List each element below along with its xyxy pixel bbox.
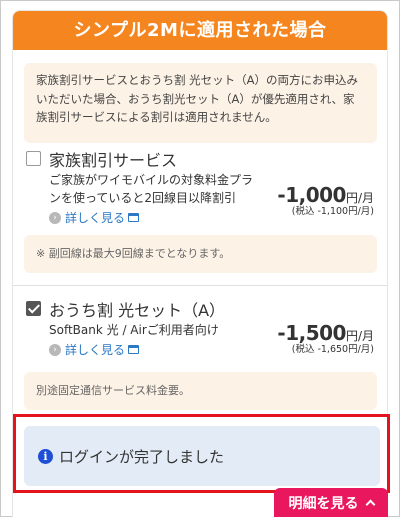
- family-discount-details-link[interactable]: › 詳しく見る: [49, 209, 140, 226]
- card-header: シンプル2Mに適用された場合: [13, 11, 387, 50]
- highlight-frame: [13, 414, 390, 493]
- family-discount-checkbox[interactable]: [26, 151, 41, 166]
- arrow-circle-icon: ›: [49, 343, 61, 356]
- family-discount-description: ご家族がワイモバイルの対象料金プランを使っていると2回線目以降割引: [49, 173, 254, 205]
- arrow-circle-icon: ›: [49, 211, 61, 224]
- family-discount-price-tax: (税込 -1,100円/月): [291, 206, 374, 217]
- home-set-discount-checkbox[interactable]: [26, 301, 41, 316]
- new-window-icon: [128, 213, 140, 222]
- details-link-label: 詳しく見る: [65, 343, 126, 357]
- view-details-label: 明細を見る: [288, 495, 359, 512]
- details-link-label: 詳しく見る: [65, 211, 126, 225]
- home-set-discount-description: SoftBank 光 / Airご利用者向け: [49, 323, 219, 337]
- family-discount-note: ※ 副回線は最大9回線までとなります。: [24, 235, 377, 273]
- home-set-discount-price-tax: (税込 -1,650円/月): [291, 344, 374, 355]
- home-set-discount-note: 別途固定通信サービス料金要。: [24, 372, 377, 410]
- home-set-discount-details-link[interactable]: › 詳しく見る: [49, 341, 140, 358]
- home-set-discount-title[interactable]: おうち割 光セット（A）: [49, 297, 225, 321]
- chevron-up-icon: [365, 499, 375, 510]
- divider: [13, 285, 387, 286]
- priority-notice: 家族割引サービスとおうち割 光セット（A）の両方にお申込みいただいた場合、おうち…: [24, 63, 377, 143]
- family-discount-title[interactable]: 家族割引サービス: [49, 147, 177, 171]
- view-details-button[interactable]: 明細を見る: [274, 488, 388, 517]
- new-window-icon: [128, 345, 140, 354]
